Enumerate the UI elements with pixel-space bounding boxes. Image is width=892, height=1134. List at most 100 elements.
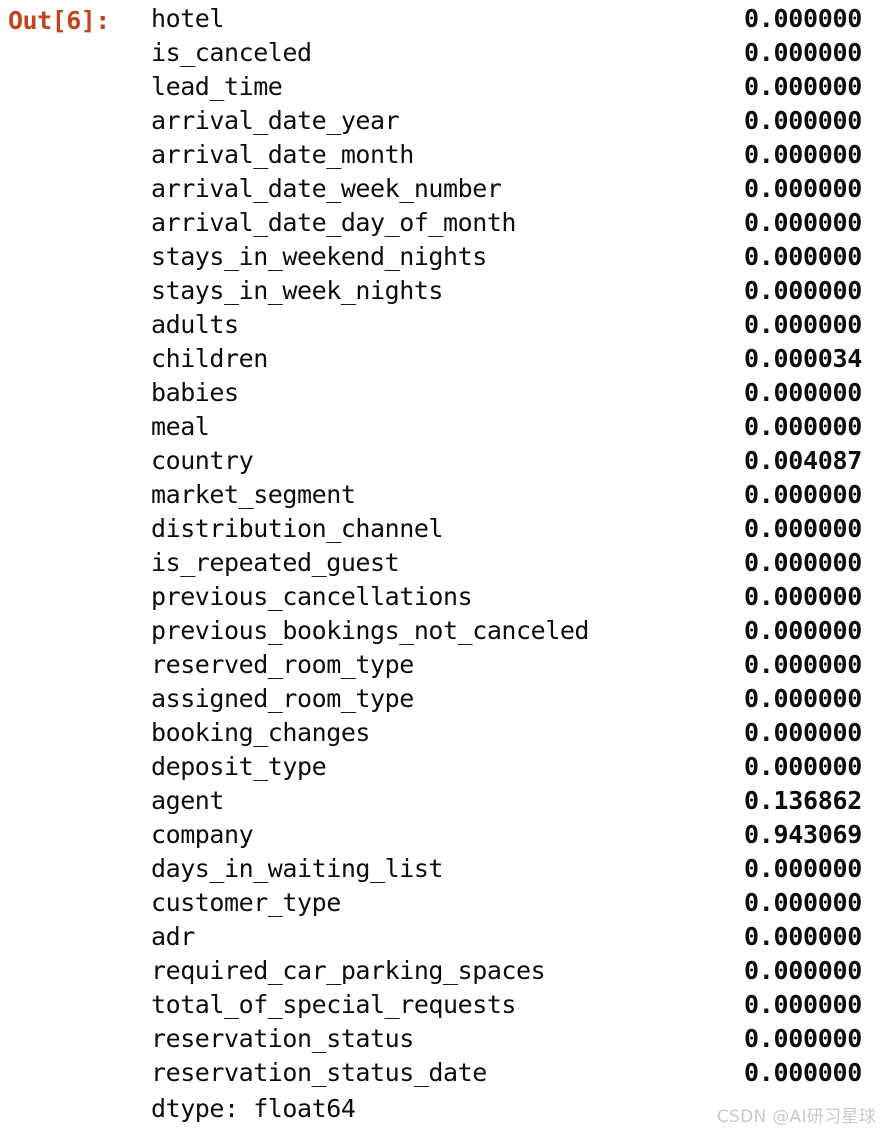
series-value: 0.000000 xyxy=(743,922,862,951)
series-index-label: stays_in_weekend_nights xyxy=(151,242,487,271)
series-row: agent 0.136862 xyxy=(151,784,862,818)
series-row: meal 0.000000 xyxy=(151,410,862,444)
series-row: booking_changes 0.000000 xyxy=(151,716,862,750)
series-value: 0.000000 xyxy=(743,514,862,543)
series-index-label: country xyxy=(151,446,254,475)
series-value: 0.004087 xyxy=(743,446,862,475)
series-index-label: total_of_special_requests xyxy=(151,990,517,1019)
series-value: 0.000000 xyxy=(743,412,862,441)
series-value: 0.000000 xyxy=(743,72,862,101)
series-index-label: children xyxy=(151,344,268,373)
series-row: distribution_channel 0.000000 xyxy=(151,512,862,546)
csdn-watermark: CSDN @AI研习星球 xyxy=(716,1107,876,1127)
series-index-label: reservation_status_date xyxy=(151,1058,487,1087)
series-row: arrival_date_day_of_month 0.000000 xyxy=(151,206,862,240)
series-index-label: required_car_parking_spaces xyxy=(151,956,546,985)
series-row: previous_cancellations 0.000000 xyxy=(151,580,862,614)
series-row: arrival_date_week_number 0.000000 xyxy=(151,172,862,206)
series-row: previous_bookings_not_canceled 0.000000 xyxy=(151,614,862,648)
series-value: 0.000000 xyxy=(743,310,862,339)
series-index-label: adults xyxy=(151,310,239,339)
series-row: deposit_type 0.000000 xyxy=(151,750,862,784)
series-row: days_in_waiting_list 0.000000 xyxy=(151,852,862,886)
series-index-label: assigned_room_type xyxy=(151,684,414,713)
series-value: 0.000000 xyxy=(743,38,862,67)
output-prompt-label: Out[6]: xyxy=(8,6,110,35)
series-index-label: booking_changes xyxy=(151,718,371,747)
series-value: 0.000000 xyxy=(743,990,862,1019)
series-row: reserved_room_type 0.000000 xyxy=(151,648,862,682)
series-value: 0.000000 xyxy=(743,888,862,917)
series-dtype-label: dtype: float64 xyxy=(151,1094,356,1123)
series-value: 0.000000 xyxy=(743,718,862,747)
series-index-label: stays_in_week_nights xyxy=(151,276,444,305)
series-index-label: customer_type xyxy=(151,888,341,917)
series-index-label: is_repeated_guest xyxy=(151,548,400,577)
series-row: customer_type 0.000000 xyxy=(151,886,862,920)
series-value: 0.000034 xyxy=(743,344,862,373)
notebook-output-cell: Out[6]: hotel 0.000000 is_canceled 0.000000… xyxy=(0,0,892,1134)
series-row: is_canceled 0.000000 xyxy=(151,36,862,70)
series-index-label: arrival_date_month xyxy=(151,140,414,169)
series-value: 0.000000 xyxy=(743,650,862,679)
series-row: stays_in_weekend_nights 0.000000 xyxy=(151,240,862,274)
series-value: 0.000000 xyxy=(743,242,862,271)
series-index-label: adr xyxy=(151,922,195,951)
series-index-label: hotel xyxy=(151,4,225,33)
series-row: babies 0.000000 xyxy=(151,376,862,410)
series-row: reservation_status 0.000000 xyxy=(151,1022,862,1056)
series-index-label: meal xyxy=(151,412,210,441)
series-index-label: deposit_type xyxy=(151,752,327,781)
series-row: arrival_date_year 0.000000 xyxy=(151,104,862,138)
series-index-label: is_canceled xyxy=(151,38,312,67)
series-value: 0.000000 xyxy=(743,4,862,33)
series-index-label: previous_cancellations xyxy=(151,582,473,611)
series-row: adults 0.000000 xyxy=(151,308,862,342)
series-value: 0.000000 xyxy=(743,582,862,611)
series-value: 0.000000 xyxy=(743,956,862,985)
series-row: arrival_date_month 0.000000 xyxy=(151,138,862,172)
series-value: 0.000000 xyxy=(743,752,862,781)
series-value: 0.000000 xyxy=(743,616,862,645)
series-row: children 0.000034 xyxy=(151,342,862,376)
series-index-label: distribution_channel xyxy=(151,514,444,543)
series-value: 0.000000 xyxy=(743,208,862,237)
series-value: 0.000000 xyxy=(743,854,862,883)
series-value: 0.943069 xyxy=(743,820,862,849)
series-value: 0.000000 xyxy=(743,140,862,169)
series-value: 0.000000 xyxy=(743,106,862,135)
series-index-label: babies xyxy=(151,378,239,407)
series-index-label: market_segment xyxy=(151,480,356,509)
series-row: reservation_status_date 0.000000 xyxy=(151,1056,862,1090)
series-row: country 0.004087 xyxy=(151,444,862,478)
series-row: company 0.943069 xyxy=(151,818,862,852)
series-value: 0.000000 xyxy=(743,174,862,203)
series-index-label: arrival_date_year xyxy=(151,106,400,135)
series-index-label: days_in_waiting_list xyxy=(151,854,444,883)
series-value: 0.000000 xyxy=(743,1058,862,1087)
series-row: adr 0.000000 xyxy=(151,920,862,954)
series-row: market_segment 0.000000 xyxy=(151,478,862,512)
series-index-label: arrival_date_day_of_month xyxy=(151,208,517,237)
series-index-label: agent xyxy=(151,786,225,815)
series-index-label: reservation_status xyxy=(151,1024,414,1053)
series-value: 0.000000 xyxy=(743,276,862,305)
series-row: hotel 0.000000 xyxy=(151,2,862,36)
series-row: lead_time 0.000000 xyxy=(151,70,862,104)
series-index-label: arrival_date_week_number xyxy=(151,174,502,203)
series-value: 0.000000 xyxy=(743,684,862,713)
series-value: 0.000000 xyxy=(743,1024,862,1053)
series-row: assigned_room_type 0.000000 xyxy=(151,682,862,716)
series-value: 0.000000 xyxy=(743,378,862,407)
series-index-label: reserved_room_type xyxy=(151,650,414,679)
series-row: total_of_special_requests 0.000000 xyxy=(151,988,862,1022)
series-value: 0.000000 xyxy=(743,548,862,577)
series-row: is_repeated_guest 0.000000 xyxy=(151,546,862,580)
series-row: stays_in_week_nights 0.000000 xyxy=(151,274,862,308)
series-index-label: previous_bookings_not_canceled xyxy=(151,616,590,645)
pandas-series-listing: hotel 0.000000 is_canceled 0.000000 lead_tim… xyxy=(151,2,862,1090)
series-row: required_car_parking_spaces 0.000000 xyxy=(151,954,862,988)
series-index-label: company xyxy=(151,820,254,849)
series-value: 0.000000 xyxy=(743,480,862,509)
series-value: 0.136862 xyxy=(743,786,862,815)
